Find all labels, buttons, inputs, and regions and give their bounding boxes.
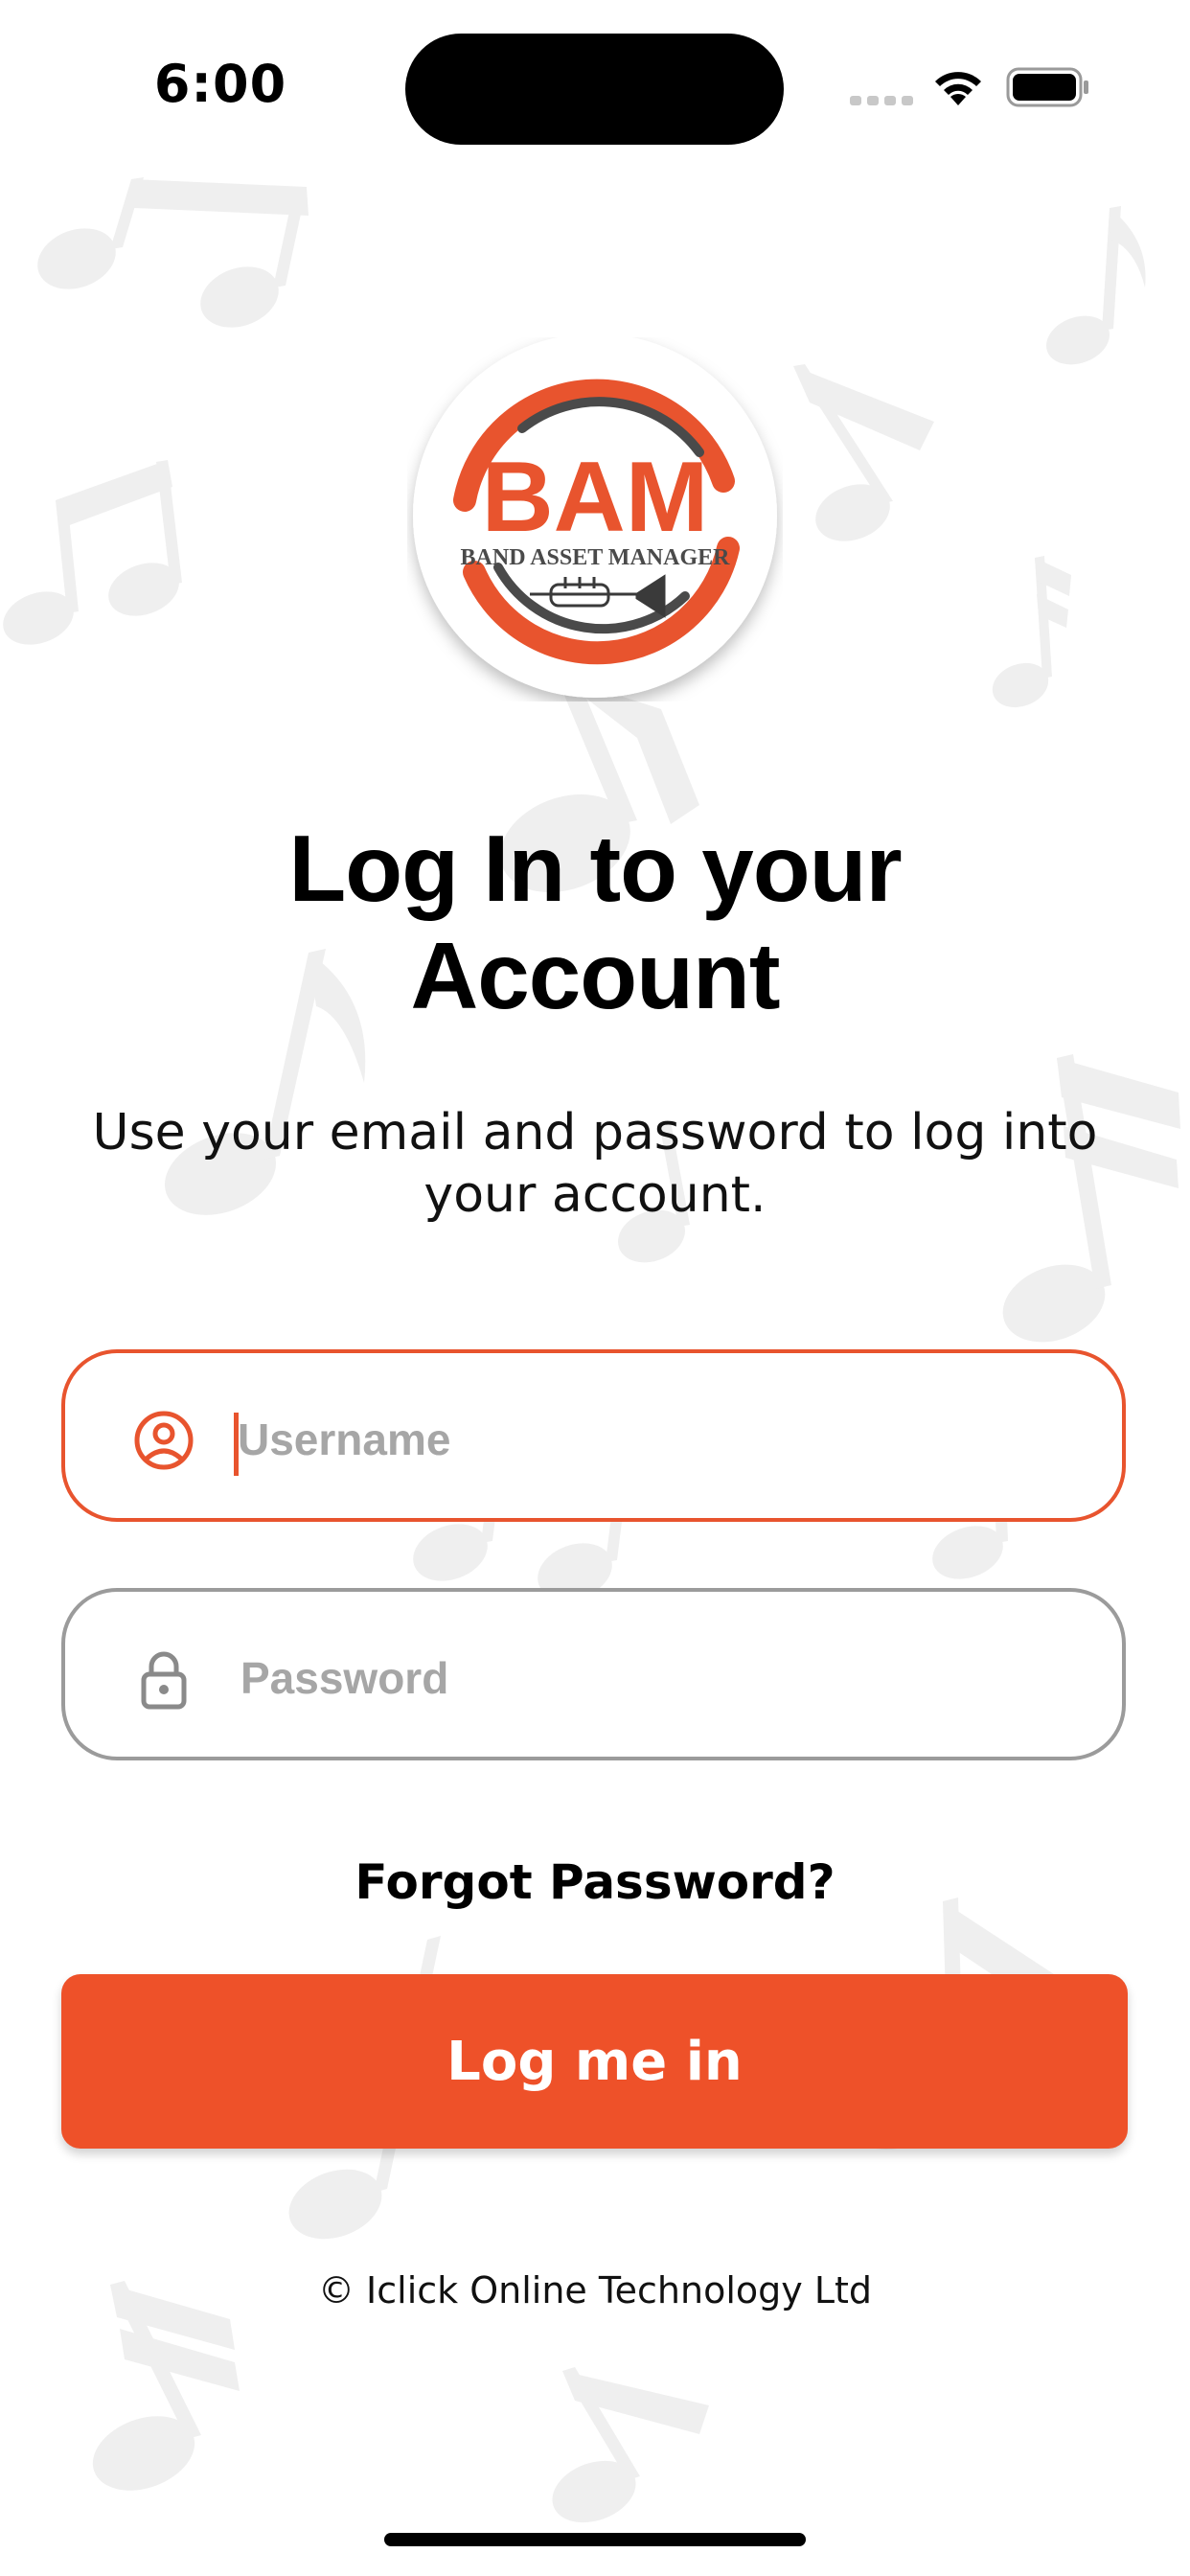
status-time: 6:00 (153, 54, 287, 114)
music-note-icon (793, 364, 934, 541)
user-circle-icon (134, 1411, 194, 1470)
username-field[interactable] (61, 1349, 1126, 1522)
bam-logo: BAM BAND ASSET MANAGER (407, 334, 783, 702)
copyright-text: © Iclick Online Technology Ltd (317, 2269, 873, 2312)
music-note-icon (992, 556, 1071, 708)
page-title-line1: Log In to your (288, 816, 902, 921)
forgot-password-link[interactable]: Forgot Password? (287, 1854, 903, 1910)
cellular-signal-icon (850, 96, 913, 105)
logo-wordmark: BAM (482, 442, 709, 553)
music-note-icon (92, 2281, 240, 2491)
page-subtitle-line1: Use your email and password to log into (92, 1104, 1098, 1162)
lock-icon (141, 1651, 187, 1710)
password-field[interactable] (61, 1588, 1126, 1760)
page-subtitle-line2: your account. (423, 1166, 767, 1224)
home-indicator[interactable] (384, 2533, 806, 2546)
login-button[interactable]: Log me in (61, 1974, 1128, 2149)
music-note-icon (552, 2367, 709, 2523)
battery-icon (1006, 67, 1088, 107)
wifi-icon (935, 72, 981, 105)
page-title-line2: Account (410, 923, 781, 1028)
status-bar: 6:00 (0, 0, 1190, 182)
page-title: Log In to your Account (96, 815, 1094, 1029)
logo-tagline: BAND ASSET MANAGER (461, 545, 731, 570)
music-note-icon (1046, 206, 1146, 365)
music-note-icon (37, 177, 309, 328)
password-input[interactable] (240, 1640, 1084, 1716)
page-subtitle: Use your email and password to log into … (77, 1102, 1113, 1227)
username-input[interactable] (238, 1401, 1081, 1478)
dynamic-island (405, 34, 784, 145)
music-note-icon (3, 460, 182, 645)
